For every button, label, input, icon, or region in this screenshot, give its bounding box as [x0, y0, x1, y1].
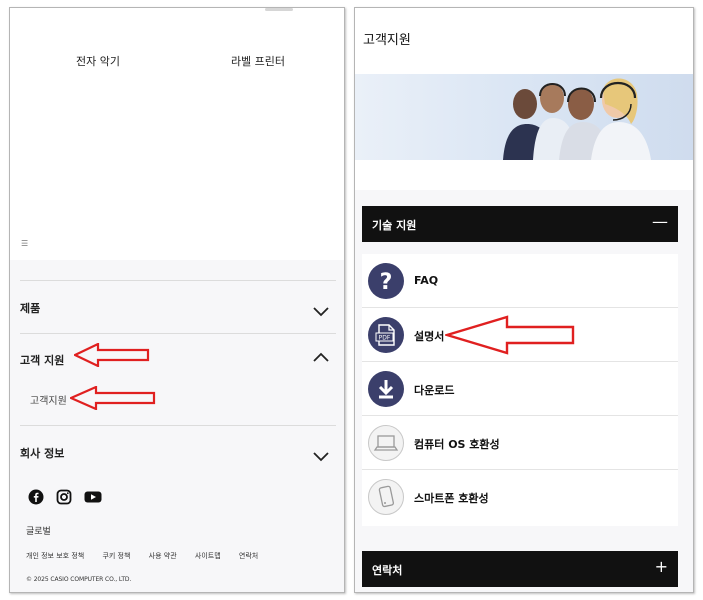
- youtube-icon[interactable]: [84, 489, 102, 505]
- support-page-panel: 고객지원 기술 지원 — ? FAQ PDF 설명서 다운로드 컴퓨터 OS 호…: [354, 7, 694, 593]
- category-label-printers[interactable]: 라벨 프린터: [198, 53, 318, 69]
- download-icon: [368, 371, 404, 407]
- contact-label: 연락처: [372, 564, 403, 577]
- collapse-icon[interactable]: —: [652, 212, 668, 232]
- hero-spacer: [355, 160, 693, 190]
- chevron-down-icon[interactable]: [313, 307, 329, 317]
- laptop-icon: [368, 425, 404, 461]
- support-item-list: ? FAQ PDF 설명서 다운로드 컴퓨터 OS 호환성 스마트폰 호환성: [362, 254, 678, 526]
- accordion-support-title[interactable]: 고객 지원: [20, 352, 64, 368]
- smartphone-icon: [368, 479, 404, 515]
- category-electronic-instruments[interactable]: 전자 악기: [38, 53, 158, 69]
- menu-icon[interactable]: ☰: [21, 240, 29, 248]
- pdf-icon: PDF: [368, 317, 404, 353]
- call-center-image: [503, 78, 651, 160]
- mobile-menu-panel: 전자 악기 라벨 프린터 ☰ 제품 고객 지원 고객지원 회사 정보 글로벌 개…: [9, 7, 345, 593]
- tech-support-label: 기술 지원: [372, 219, 417, 232]
- annotation-arrow: [70, 386, 156, 410]
- accordion-company-title[interactable]: 회사 정보: [20, 445, 64, 461]
- page-title: 고객지원: [363, 33, 411, 48]
- privacy-policy-link[interactable]: 개인 정보 보호 정책: [26, 552, 84, 560]
- instagram-icon[interactable]: [56, 489, 72, 505]
- chevron-up-icon[interactable]: [313, 352, 329, 362]
- product-category-row: 전자 악기 라벨 프린터: [10, 53, 344, 73]
- accordion-products-title[interactable]: 제품: [20, 300, 40, 316]
- svg-text:?: ?: [380, 270, 393, 295]
- support-item-label: 스마트폰 호환성: [414, 492, 489, 505]
- global-link[interactable]: 글로벌: [26, 524, 51, 537]
- copyright-text: © 2025 CASIO COMPUTER CO., LTD.: [26, 576, 132, 583]
- support-item-label: 설명서: [414, 330, 445, 343]
- support-item-downloads[interactable]: 다운로드: [362, 362, 678, 416]
- cookie-policy-link[interactable]: 쿠키 정책: [102, 552, 130, 560]
- support-item-smartphone-compat[interactable]: 스마트폰 호환성: [362, 470, 678, 524]
- scroll-indicator: [265, 8, 293, 11]
- expand-icon[interactable]: +: [655, 557, 668, 577]
- screenshot-canvas: 전자 악기 라벨 프린터 ☰ 제품 고객 지원 고객지원 회사 정보 글로벌 개…: [0, 0, 703, 600]
- svg-text:PDF: PDF: [379, 335, 391, 342]
- support-item-label: 다운로드: [414, 384, 455, 397]
- support-item-label: 컴퓨터 OS 호환성: [414, 438, 500, 451]
- divider: [20, 280, 336, 281]
- question-icon: ?: [368, 263, 404, 299]
- tech-support-section-bar[interactable]: 기술 지원 —: [362, 206, 678, 242]
- annotation-arrow: [445, 315, 575, 355]
- chevron-down-icon[interactable]: [313, 452, 329, 462]
- contact-link[interactable]: 연락처: [239, 552, 258, 560]
- facebook-icon[interactable]: [28, 489, 44, 505]
- support-item-faq[interactable]: ? FAQ: [362, 254, 678, 308]
- footer-links: 개인 정보 보호 정책 쿠키 정책 사용 약관 사이트맵 연락처: [26, 551, 326, 563]
- support-item-label: FAQ: [414, 274, 439, 287]
- terms-of-use-link[interactable]: 사용 약관: [149, 552, 177, 560]
- sitemap-link[interactable]: 사이트맵: [195, 552, 221, 560]
- footer-menu: 제품 고객 지원 고객지원 회사 정보 글로벌 개인 정보 보호 정책 쿠키 정…: [10, 260, 344, 592]
- support-hero-banner: [355, 74, 693, 160]
- annotation-arrow: [74, 343, 150, 367]
- support-item-pc-os-compat[interactable]: 컴퓨터 OS 호환성: [362, 416, 678, 470]
- divider: [20, 333, 336, 334]
- accordion-support-sub-link[interactable]: 고객지원: [30, 392, 67, 407]
- divider: [20, 425, 336, 426]
- contact-section-bar[interactable]: 연락처 +: [362, 551, 678, 587]
